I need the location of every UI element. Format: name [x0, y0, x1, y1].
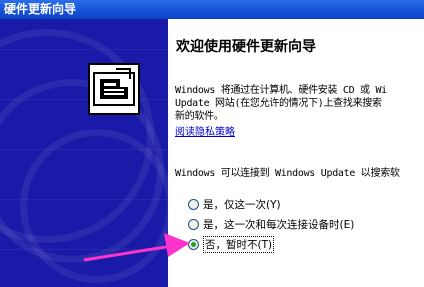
pink-arrow-icon [83, 233, 190, 262]
